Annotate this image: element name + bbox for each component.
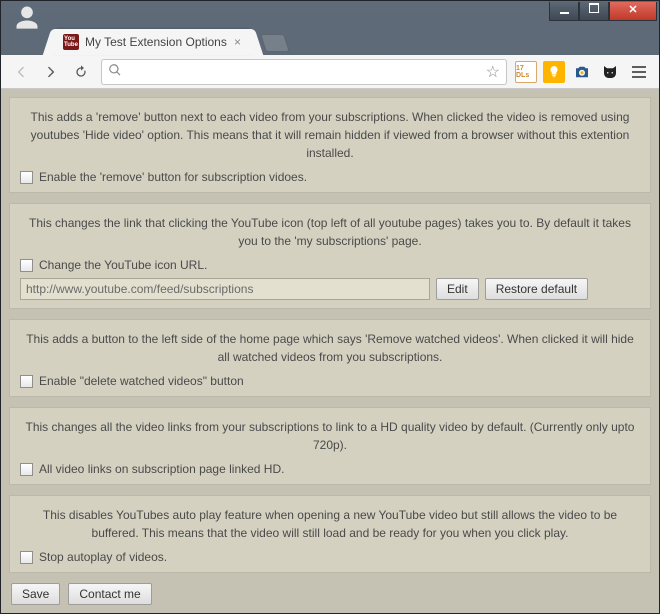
option-section-remove-button: This adds a 'remove' button next to each… bbox=[9, 97, 651, 193]
chrome-menu-button[interactable] bbox=[625, 58, 653, 86]
reload-button[interactable] bbox=[67, 58, 95, 86]
option-row: All video links on subscription page lin… bbox=[20, 462, 640, 476]
forward-button[interactable] bbox=[37, 58, 65, 86]
checkbox-label: All video links on subscription page lin… bbox=[39, 462, 284, 476]
restore-default-button[interactable]: Restore default bbox=[485, 278, 588, 300]
section-description: This adds a button to the left side of t… bbox=[20, 330, 640, 366]
section-description: This adds a 'remove' button next to each… bbox=[20, 108, 640, 162]
option-row: Change the YouTube icon URL. bbox=[20, 258, 640, 272]
option-row: Enable "delete watched videos" button bbox=[20, 374, 640, 388]
section-description: This disables YouTubes auto play feature… bbox=[20, 506, 640, 542]
section-description: This changes the link that clicking the … bbox=[20, 214, 640, 250]
checkbox-label: Change the YouTube icon URL. bbox=[39, 258, 207, 272]
back-button[interactable] bbox=[7, 58, 35, 86]
url-edit-row: Edit Restore default bbox=[20, 278, 640, 300]
checkbox-label: Stop autoplay of videos. bbox=[39, 550, 167, 564]
window-titlebar bbox=[1, 1, 659, 27]
window-close-button[interactable] bbox=[609, 2, 657, 21]
checkbox-delete-watched[interactable] bbox=[20, 375, 33, 388]
browser-window: YouTube My Test Extension Options × ☆ 17… bbox=[0, 0, 660, 614]
option-row: Enable the 'remove' button for subscript… bbox=[20, 170, 640, 184]
option-section-stop-autoplay: This disables YouTubes auto play feature… bbox=[9, 495, 651, 573]
save-button[interactable]: Save bbox=[11, 583, 60, 605]
page-content: This adds a 'remove' button next to each… bbox=[1, 89, 659, 613]
bookmark-star-icon[interactable]: ☆ bbox=[486, 62, 500, 82]
option-section-icon-url: This changes the link that clicking the … bbox=[9, 203, 651, 309]
edit-button[interactable]: Edit bbox=[436, 278, 479, 300]
checkbox-change-url[interactable] bbox=[20, 259, 33, 272]
option-row: Stop autoplay of videos. bbox=[20, 550, 640, 564]
option-section-hd-links: This changes all the video links from yo… bbox=[9, 407, 651, 485]
contact-button[interactable]: Contact me bbox=[68, 583, 151, 605]
tab-close-icon[interactable]: × bbox=[234, 35, 241, 49]
browser-toolbar: ☆ 17 DLs bbox=[1, 55, 659, 89]
icon-url-field[interactable] bbox=[20, 278, 430, 300]
extension-icon-idea[interactable] bbox=[543, 61, 565, 83]
checkbox-hd-links[interactable] bbox=[20, 463, 33, 476]
new-tab-button[interactable] bbox=[260, 34, 290, 52]
tab-title: My Test Extension Options bbox=[85, 35, 228, 49]
checkbox-label: Enable "delete watched videos" button bbox=[39, 374, 244, 388]
address-bar[interactable]: ☆ bbox=[101, 59, 507, 85]
window-minimize-button[interactable] bbox=[549, 2, 579, 21]
footer-actions: Save Contact me bbox=[11, 583, 651, 605]
tab-strip: YouTube My Test Extension Options × bbox=[1, 27, 659, 55]
section-description: This changes all the video links from yo… bbox=[20, 418, 640, 454]
browser-tab[interactable]: YouTube My Test Extension Options × bbox=[55, 29, 251, 55]
checkbox-stop-autoplay[interactable] bbox=[20, 551, 33, 564]
extension-icon-downloads[interactable]: 17 DLs bbox=[515, 61, 537, 83]
url-input[interactable] bbox=[128, 64, 480, 79]
window-maximize-button[interactable] bbox=[579, 2, 609, 21]
checkbox-label: Enable the 'remove' button for subscript… bbox=[39, 170, 307, 184]
tab-favicon-icon: YouTube bbox=[63, 34, 79, 50]
extension-icon-cat[interactable] bbox=[599, 61, 621, 83]
option-section-delete-watched: This adds a button to the left side of t… bbox=[9, 319, 651, 397]
checkbox-enable-remove[interactable] bbox=[20, 171, 33, 184]
search-icon bbox=[108, 63, 122, 80]
extension-icon-camera[interactable] bbox=[571, 61, 593, 83]
